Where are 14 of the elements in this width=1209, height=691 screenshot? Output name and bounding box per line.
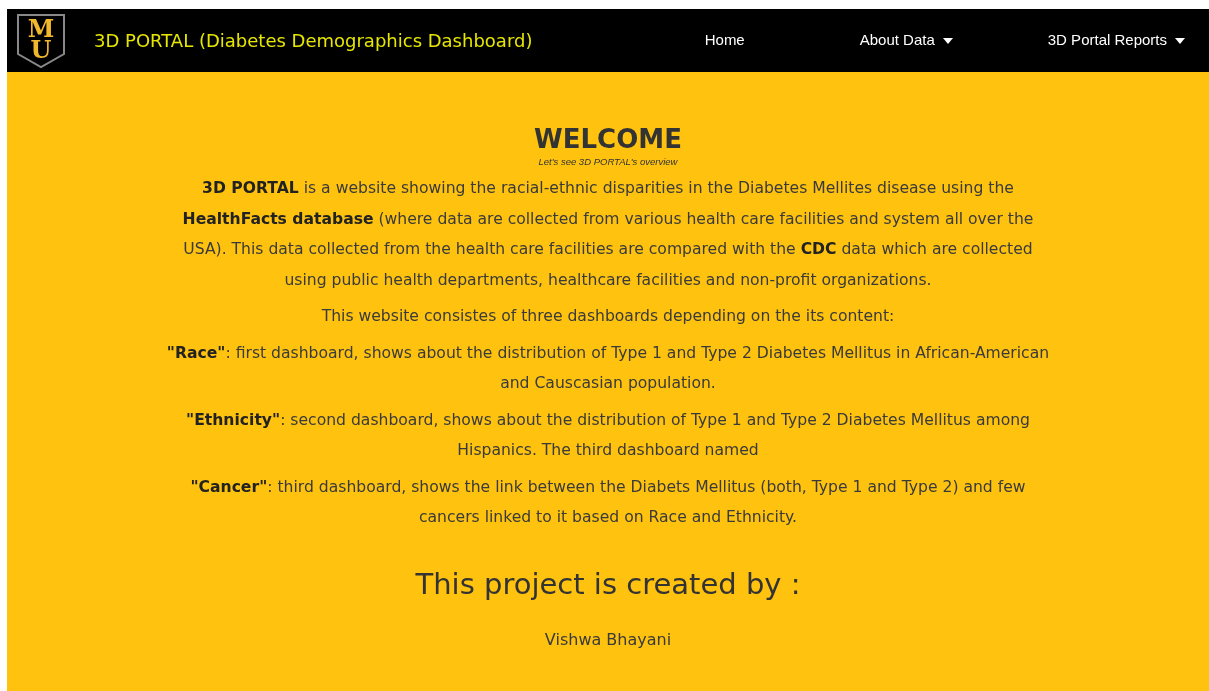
nav-link[interactable]: Home bbox=[704, 29, 745, 52]
logo[interactable]: M U bbox=[15, 11, 67, 70]
creators-heading: This project is created by : bbox=[414, 566, 802, 602]
nav-link[interactable]: 3D Portal Reports bbox=[1047, 29, 1185, 52]
paragraph: This website consistes of three dashboards depending on the its content: bbox=[320, 306, 896, 328]
welcome-heading: WELCOME bbox=[533, 124, 683, 156]
paragraph: "Cancer": third dashboard, shows the link between the Diabets Mellitus (both, Type 1 and Type 2) and few cancers linked to it based on Race and Ethnicity. bbox=[189, 476, 1027, 529]
subtitle: Let's see 3D PORTAL's overview bbox=[537, 155, 679, 170]
nav-link[interactable]: About Data bbox=[859, 29, 953, 52]
paragraph: 3D PORTAL is a website showing the racial-ethnic disparities in the Diabetes Mellites disease using the HealthFacts database (where data are collected from various health care facilities and system all over the USA). This data collected from the health care facilities are compared with the CDC data which are collected using public health departments, healthcare facilities and non-profit organizations. bbox=[181, 178, 1035, 291]
creator-name: Vishwa Bhayani bbox=[543, 628, 673, 651]
paragraph: "Race": first dashboard, shows about the distribution of Type 1 and Type 2 Diabetes Mellitus in African-American and Causcasian population. bbox=[165, 342, 1051, 395]
paragraph: "Ethnicity": second dashboard, shows about the distribution of Type 1 and Type 2 Diabetes Mellitus among Hispanics. The third dashboard named bbox=[185, 409, 1031, 462]
brand-title[interactable]: 3D PORTAL (Diabetes Demographics Dashboard) bbox=[94, 27, 533, 54]
